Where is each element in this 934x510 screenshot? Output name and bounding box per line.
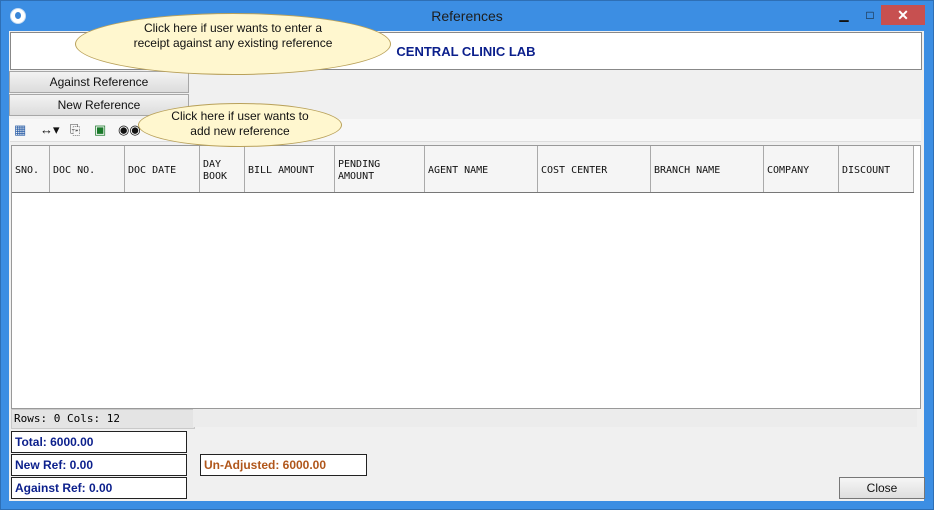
close-icon: ✕ [897, 7, 909, 23]
against-reference-button[interactable]: Against Reference [9, 71, 189, 93]
column-header-discount[interactable]: DISCOUNT [839, 146, 914, 192]
callout-new-reference: Click here if user wants to add new refe… [138, 103, 342, 147]
close-window-button[interactable]: ✕ [881, 5, 925, 25]
grid-status: Rows: 0 Cols: 12 [11, 409, 195, 429]
total-field: Total: 6000.00 [11, 431, 187, 453]
grid-icon[interactable]: ▦ [14, 122, 26, 138]
column-header-branch-name[interactable]: BRANCH NAME [651, 146, 764, 192]
callout-new-text: Click here if user wants to add new refe… [171, 109, 309, 138]
references-grid[interactable]: SNO. DOC NO. DOC DATE DAY BOOK BILL AMOU… [11, 145, 921, 409]
maximize-icon: □ [866, 8, 874, 22]
column-header-pending-amount[interactable]: PENDING AMOUNT [335, 146, 425, 192]
maximize-button[interactable]: □ [857, 5, 883, 25]
minimize-button[interactable]: ▁ [831, 5, 857, 25]
copy-icon[interactable]: ⎘ [70, 122, 80, 138]
column-header-doc-date[interactable]: DOC DATE [125, 146, 200, 192]
unadjusted-field: Un-Adjusted: 6000.00 [200, 454, 367, 476]
column-header-sno[interactable]: SNO. [12, 146, 50, 192]
column-resize-icon[interactable]: ↔▾ [40, 122, 60, 138]
column-header-bill-amount[interactable]: BILL AMOUNT [245, 146, 335, 192]
excel-icon[interactable]: ▣ [94, 122, 106, 138]
column-header-agent-name[interactable]: AGENT NAME [425, 146, 538, 192]
callout-against-text: Click here if user wants to enter a rece… [133, 21, 333, 50]
references-window: References ▁ □ ✕ CENTRAL CLINIC LAB Agai… [0, 0, 934, 510]
client-area: CENTRAL CLINIC LAB Against Reference New… [9, 31, 925, 501]
grid-header: SNO. DOC NO. DOC DATE DAY BOOK BILL AMOU… [12, 146, 914, 193]
new-ref-field: New Ref: 0.00 [11, 454, 187, 476]
against-ref-field: Against Ref: 0.00 [11, 477, 187, 499]
column-header-cost-center[interactable]: COST CENTER [538, 146, 651, 192]
column-header-doc-no[interactable]: DOC NO. [50, 146, 125, 192]
close-button[interactable]: Close [839, 477, 925, 499]
callout-against-reference: Click here if user wants to enter a rece… [75, 13, 391, 75]
column-header-day-book[interactable]: DAY BOOK [200, 146, 245, 192]
horizontal-scrollbar[interactable] [193, 409, 917, 427]
minimize-icon: ▁ [839, 8, 849, 22]
column-header-company[interactable]: COMPANY [764, 146, 839, 192]
